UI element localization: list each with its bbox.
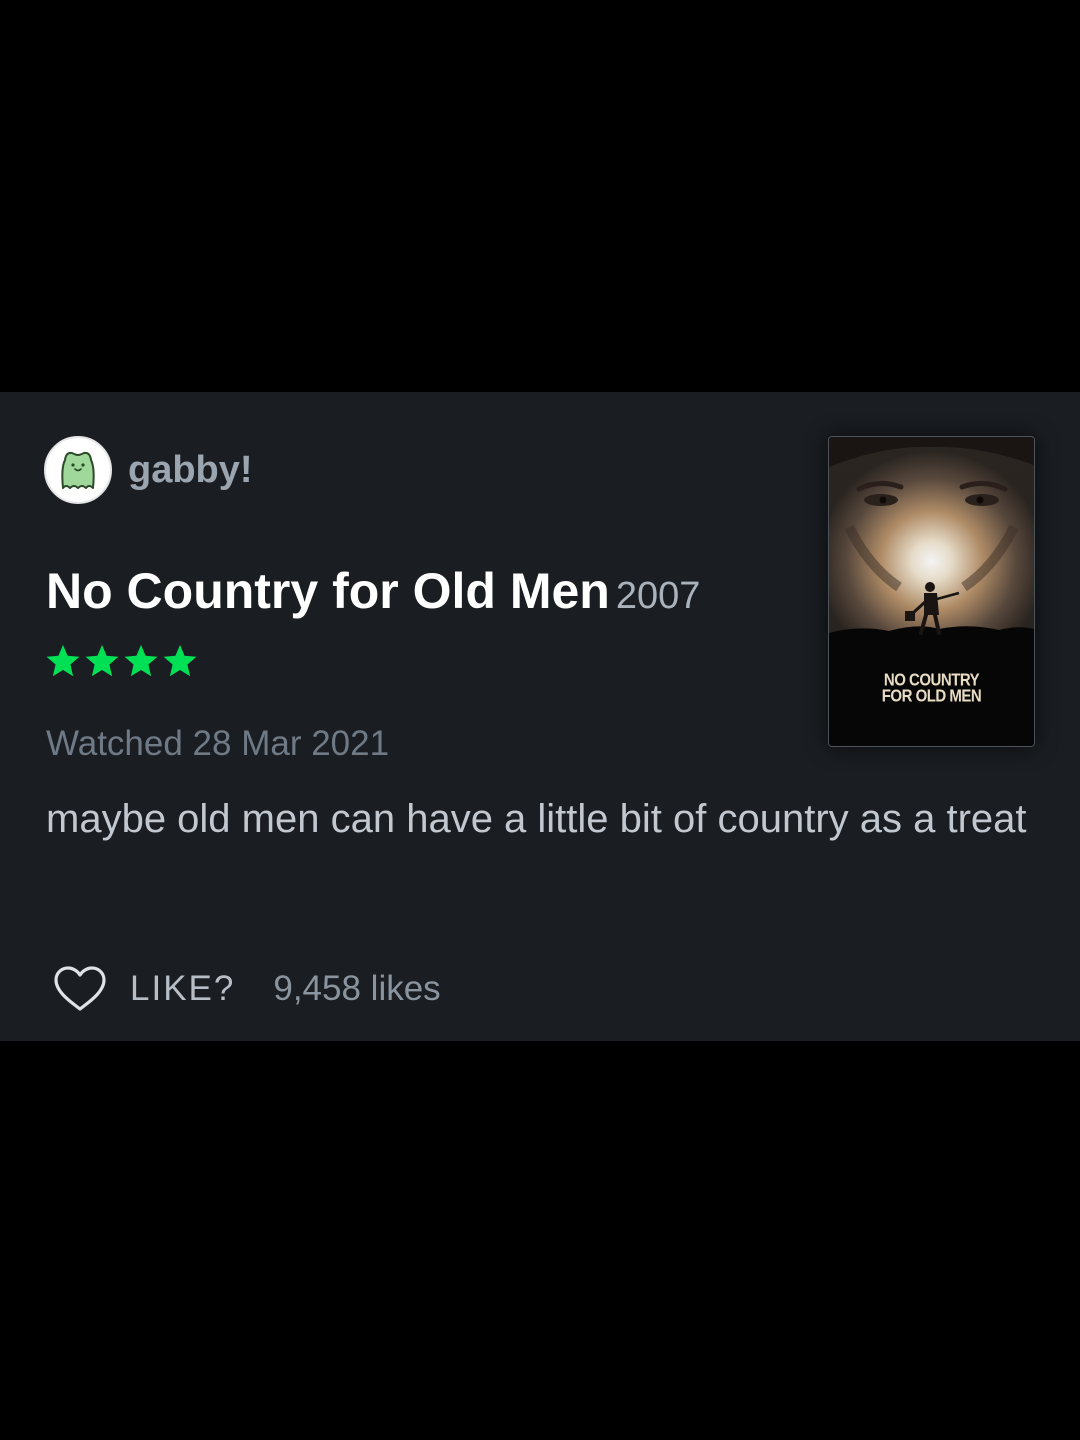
frog-avatar-icon: [61, 451, 95, 489]
star-icon: [163, 644, 197, 677]
film-poster[interactable]: NO COUNTRY FOR OLD MEN: [828, 436, 1035, 747]
watched-date: Watched 28 Mar 2021: [46, 724, 390, 763]
username[interactable]: gabby!: [128, 448, 253, 492]
film-heading: No Country for Old Men 2007: [46, 560, 700, 635]
review-card: gabby! No Country for Old Men 2007 Watche…: [0, 392, 1080, 1041]
like-row: LIKE? 9,458 likes: [52, 964, 441, 1014]
avatar[interactable]: [44, 436, 112, 504]
review-text: maybe old men can have a little bit of c…: [46, 797, 1027, 841]
film-year[interactable]: 2007: [616, 575, 701, 617]
film-title[interactable]: No Country for Old Men: [46, 563, 610, 619]
likes-count[interactable]: 9,458 likes: [273, 969, 440, 1009]
star-icon: [46, 644, 80, 677]
like-button[interactable]: LIKE?: [130, 969, 235, 1009]
star-rating: [44, 642, 200, 682]
star-icon: [124, 644, 158, 677]
poster-title: NO COUNTRY FOR OLD MEN: [881, 670, 982, 707]
star-icon: [85, 644, 119, 677]
heart-outline-icon[interactable]: [52, 964, 108, 1014]
